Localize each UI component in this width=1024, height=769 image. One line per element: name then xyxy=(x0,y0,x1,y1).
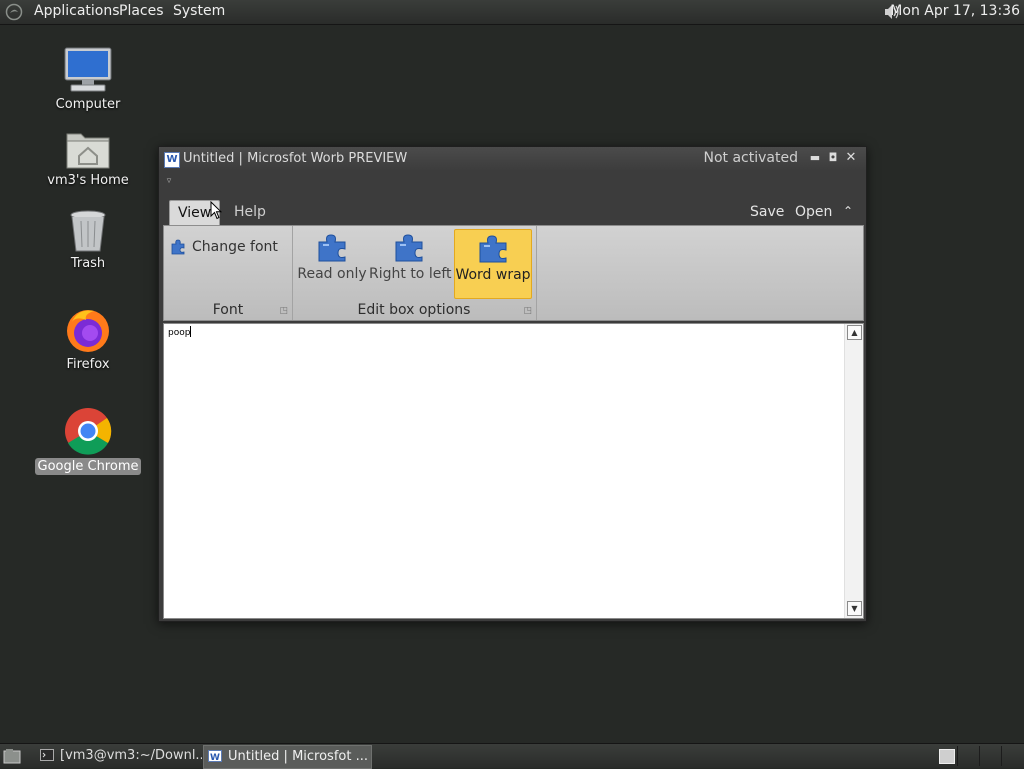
desktop-icon-label: Firefox xyxy=(66,357,110,372)
font-group: Change font Font ◳ xyxy=(164,226,293,320)
collapse-ribbon-icon[interactable]: ⌃ xyxy=(843,204,853,218)
computer-icon xyxy=(64,47,112,92)
workspace-3[interactable] xyxy=(979,746,1000,766)
taskbar-item-terminal[interactable]: [vm3@vm3:~/Downl... xyxy=(36,745,202,767)
svg-text:W: W xyxy=(210,753,220,762)
activation-status: Not activated xyxy=(703,150,799,166)
edit-box-options-group-title: Edit box options xyxy=(357,302,471,318)
read-only-button[interactable]: Read only xyxy=(297,229,367,297)
terminal-icon xyxy=(40,749,54,761)
home-folder-icon xyxy=(66,133,110,169)
workspace-4[interactable] xyxy=(1001,746,1022,766)
trash-icon xyxy=(70,210,106,252)
text-caret xyxy=(190,326,192,337)
right-to-left-button[interactable]: Right to left xyxy=(369,229,452,297)
clock[interactable]: Mon Apr 17, 13:36 xyxy=(890,3,1020,19)
desktop-icon-label: Computer xyxy=(55,97,121,112)
desktop-icon-label: Google Chrome xyxy=(34,458,142,475)
title-bar[interactable]: W Untitled | Microsfot Worb PREVIEW Not … xyxy=(159,147,866,171)
puzzle-icon xyxy=(479,235,507,263)
edit-box-dialog-launcher-icon[interactable]: ◳ xyxy=(523,306,532,316)
firefox-icon xyxy=(67,310,109,352)
system-menu[interactable]: System xyxy=(173,3,225,19)
right-to-left-label: Right to left xyxy=(369,266,452,282)
workspace-1[interactable] xyxy=(939,749,955,764)
minimize-button[interactable]: ▬ xyxy=(808,151,822,165)
font-group-title: Font xyxy=(212,302,244,318)
ribbon-panel: Change font Font ◳ Read only Right to le… xyxy=(163,225,864,321)
quick-access-dropdown-icon[interactable]: ▿ xyxy=(163,174,175,188)
puzzle-icon xyxy=(395,234,423,262)
taskbar-item-label: [vm3@vm3:~/Downl... xyxy=(60,748,202,763)
vertical-scrollbar[interactable]: ▲ ▼ xyxy=(844,324,863,618)
maximize-button[interactable]: ◘ xyxy=(826,151,840,165)
edit-box-options-group: Read only Right to left Word wrap Edit b… xyxy=(292,226,537,320)
applications-menu[interactable]: Applications xyxy=(34,3,120,19)
desktop-icon-label: vm3's Home xyxy=(47,173,129,188)
gnome-foot-icon[interactable] xyxy=(5,3,23,21)
scroll-down-icon[interactable]: ▼ xyxy=(847,601,862,616)
word-app-icon[interactable]: W xyxy=(164,152,180,168)
word-app-icon: W xyxy=(208,750,222,762)
taskbar-item-word[interactable]: W Untitled | Microsfot ... xyxy=(203,745,372,769)
document-text[interactable]: poop xyxy=(168,326,192,338)
mouse-pointer-icon xyxy=(210,201,222,220)
document-edit-box[interactable]: poop ▲ ▼ xyxy=(163,323,864,619)
desktop-icon-trash[interactable]: Trash xyxy=(33,209,143,272)
places-menu[interactable]: Places xyxy=(119,3,164,19)
close-button[interactable]: ✕ xyxy=(844,151,858,165)
top-panel: Applications Places System Mon Apr 17, 1… xyxy=(0,0,1024,25)
save-button[interactable]: Save xyxy=(750,204,784,220)
desktop-icon-home[interactable]: vm3's Home xyxy=(33,128,143,189)
taskbar-item-label: Untitled | Microsfot ... xyxy=(228,749,368,764)
desktop-icon-computer[interactable]: Computer xyxy=(33,46,143,113)
show-desktop-icon[interactable] xyxy=(3,748,21,764)
desktop-icon-chrome[interactable]: Google Chrome xyxy=(33,406,143,475)
chrome-icon xyxy=(65,408,112,455)
read-only-label: Read only xyxy=(297,266,367,282)
tab-help[interactable]: Help xyxy=(226,200,274,224)
word-processor-window: W Untitled | Microsfot Worb PREVIEW Not … xyxy=(158,146,867,622)
desktop-icon-firefox[interactable]: Firefox xyxy=(33,306,143,373)
open-button[interactable]: Open xyxy=(795,204,832,220)
word-wrap-button[interactable]: Word wrap xyxy=(454,229,532,299)
puzzle-icon xyxy=(318,234,346,262)
ribbon-tabs: View Help Save Open ⌃ xyxy=(159,197,866,225)
bottom-taskbar: [vm3@vm3:~/Downl... W Untitled | Microsf… xyxy=(0,743,1024,769)
workspace-2[interactable] xyxy=(957,746,978,766)
font-dialog-launcher-icon[interactable]: ◳ xyxy=(279,306,288,316)
change-font-label: Change font xyxy=(192,239,278,255)
word-wrap-label: Word wrap xyxy=(455,267,531,283)
puzzle-icon xyxy=(171,239,185,255)
window-title: Untitled | Microsfot Worb PREVIEW xyxy=(183,151,408,166)
desktop-icon-label: Trash xyxy=(70,256,106,271)
scroll-up-icon[interactable]: ▲ xyxy=(847,325,862,340)
